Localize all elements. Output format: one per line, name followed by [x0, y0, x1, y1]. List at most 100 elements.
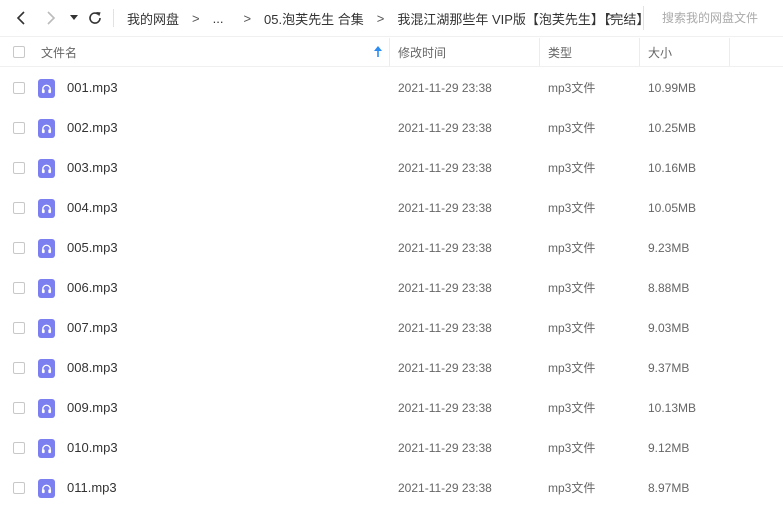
row-checkbox[interactable]: [13, 202, 25, 214]
search-box: [643, 6, 783, 30]
column-divider[interactable]: [539, 38, 540, 66]
file-name[interactable]: 008.mp3: [67, 348, 118, 388]
file-type: mp3文件: [548, 481, 596, 495]
file-modified-time: 2021-11-29 23:38: [398, 81, 492, 95]
headphones-icon: [41, 364, 52, 374]
row-checkbox[interactable]: [13, 122, 25, 134]
file-size: 10.13MB: [648, 401, 697, 415]
column-header-name[interactable]: 文件名: [41, 37, 77, 67]
column-header-size[interactable]: 大小: [648, 37, 672, 67]
breadcrumb-separator: >: [243, 10, 252, 26]
forward-button[interactable]: [40, 7, 62, 29]
back-button[interactable]: [10, 7, 32, 29]
breadcrumb-root[interactable]: 我的网盘: [127, 9, 179, 28]
audio-file-icon: [38, 119, 55, 138]
file-row[interactable]: 006.mp3 2021-11-29 23:38 mp3文件 8.88MB: [0, 268, 783, 308]
chevron-right-icon: [47, 11, 56, 25]
file-name[interactable]: 011.mp3: [67, 468, 117, 508]
headphones-icon: [41, 244, 52, 254]
audio-file-icon: [38, 79, 55, 98]
file-row[interactable]: 004.mp3 2021-11-29 23:38 mp3文件 10.05MB: [0, 188, 783, 228]
row-checkbox[interactable]: [13, 442, 25, 454]
file-row[interactable]: 003.mp3 2021-11-29 23:38 mp3文件 10.16MB: [0, 148, 783, 188]
file-modified-time: 2021-11-29 23:38: [398, 241, 492, 255]
file-list-header: 文件名 修改时间 类型 大小: [0, 36, 783, 67]
file-row[interactable]: 001.mp3 2021-11-29 23:38 mp3文件 10.99MB: [0, 68, 783, 108]
headphones-icon: [41, 84, 52, 94]
file-size: 10.16MB: [648, 161, 697, 175]
file-type: mp3文件: [548, 281, 596, 295]
file-row[interactable]: 009.mp3 2021-11-29 23:38 mp3文件 10.13MB: [0, 388, 783, 428]
file-size: 10.05MB: [648, 201, 697, 215]
row-checkbox[interactable]: [13, 242, 25, 254]
row-checkbox[interactable]: [13, 402, 25, 414]
file-name[interactable]: 002.mp3: [67, 108, 118, 148]
file-row[interactable]: 005.mp3 2021-11-29 23:38 mp3文件 9.23MB: [0, 228, 783, 268]
refresh-icon: [89, 12, 101, 24]
column-divider[interactable]: [389, 38, 390, 66]
refresh-button[interactable]: [84, 7, 106, 29]
file-row[interactable]: 010.mp3 2021-11-29 23:38 mp3文件 9.12MB: [0, 428, 783, 468]
file-modified-time: 2021-11-29 23:38: [398, 361, 492, 375]
file-list: 001.mp3 2021-11-29 23:38 mp3文件 10.99MB 002.m…: [0, 68, 783, 508]
row-checkbox[interactable]: [13, 162, 25, 174]
column-divider[interactable]: [639, 38, 640, 66]
audio-file-icon: [38, 199, 55, 218]
file-size: 8.88MB: [648, 281, 690, 295]
column-divider[interactable]: [729, 38, 730, 66]
file-row[interactable]: 007.mp3 2021-11-29 23:38 mp3文件 9.03MB: [0, 308, 783, 348]
headphones-icon: [41, 324, 52, 334]
headphones-icon: [41, 284, 52, 294]
file-size: 9.23MB: [648, 241, 690, 255]
row-checkbox[interactable]: [13, 322, 25, 334]
file-size: 9.37MB: [648, 361, 690, 375]
toolbar-divider: [113, 9, 114, 27]
file-type: mp3文件: [548, 121, 596, 135]
file-name[interactable]: 010.mp3: [67, 428, 118, 468]
row-checkbox[interactable]: [13, 282, 25, 294]
column-header-modified[interactable]: 修改时间: [398, 37, 446, 67]
file-name[interactable]: 006.mp3: [67, 268, 118, 308]
file-row[interactable]: 011.mp3 2021-11-29 23:38 mp3文件 8.97MB: [0, 468, 783, 508]
file-modified-time: 2021-11-29 23:38: [398, 401, 492, 415]
headphones-icon: [41, 204, 52, 214]
file-type: mp3文件: [548, 161, 596, 175]
row-checkbox[interactable]: [13, 82, 25, 94]
headphones-icon: [41, 444, 52, 454]
file-name[interactable]: 007.mp3: [67, 308, 118, 348]
audio-file-icon: [38, 439, 55, 458]
breadcrumb-more-arrow[interactable]: >: [607, 9, 615, 24]
audio-file-icon: [38, 359, 55, 378]
breadcrumb: 我的网盘 > ... > 05.泡芙先生 合集 > 我混江湖那些年 VIP版【泡…: [127, 0, 649, 36]
file-row[interactable]: 002.mp3 2021-11-29 23:38 mp3文件 10.25MB: [0, 108, 783, 148]
audio-file-icon: [38, 319, 55, 338]
file-modified-time: 2021-11-29 23:38: [398, 121, 492, 135]
file-size: 10.25MB: [648, 121, 697, 135]
column-header-type[interactable]: 类型: [548, 37, 572, 67]
file-type: mp3文件: [548, 241, 596, 255]
row-checkbox[interactable]: [13, 482, 25, 494]
file-name[interactable]: 001.mp3: [67, 68, 118, 108]
sort-up-arrow-icon[interactable]: [373, 46, 383, 58]
search-input[interactable]: [660, 10, 783, 26]
file-type: mp3文件: [548, 361, 596, 375]
headphones-icon: [41, 124, 52, 134]
file-name[interactable]: 003.mp3: [67, 148, 118, 188]
headphones-icon: [41, 404, 52, 414]
file-type: mp3文件: [548, 441, 596, 455]
audio-file-icon: [38, 479, 55, 498]
history-dropdown-button[interactable]: [66, 7, 82, 29]
row-checkbox[interactable]: [13, 362, 25, 374]
file-row[interactable]: 008.mp3 2021-11-29 23:38 mp3文件 9.37MB: [0, 348, 783, 388]
file-name[interactable]: 004.mp3: [67, 188, 118, 228]
file-type: mp3文件: [548, 201, 596, 215]
breadcrumb-folder-1[interactable]: 05.泡芙先生 合集: [264, 9, 364, 28]
file-name[interactable]: 005.mp3: [67, 228, 118, 268]
headphones-icon: [41, 164, 52, 174]
select-all-checkbox[interactable]: [13, 46, 25, 58]
file-name[interactable]: 009.mp3: [67, 388, 118, 428]
file-modified-time: 2021-11-29 23:38: [398, 161, 492, 175]
breadcrumb-ellipsis[interactable]: ...: [213, 11, 224, 26]
file-modified-time: 2021-11-29 23:38: [398, 281, 492, 295]
file-modified-time: 2021-11-29 23:38: [398, 321, 492, 335]
